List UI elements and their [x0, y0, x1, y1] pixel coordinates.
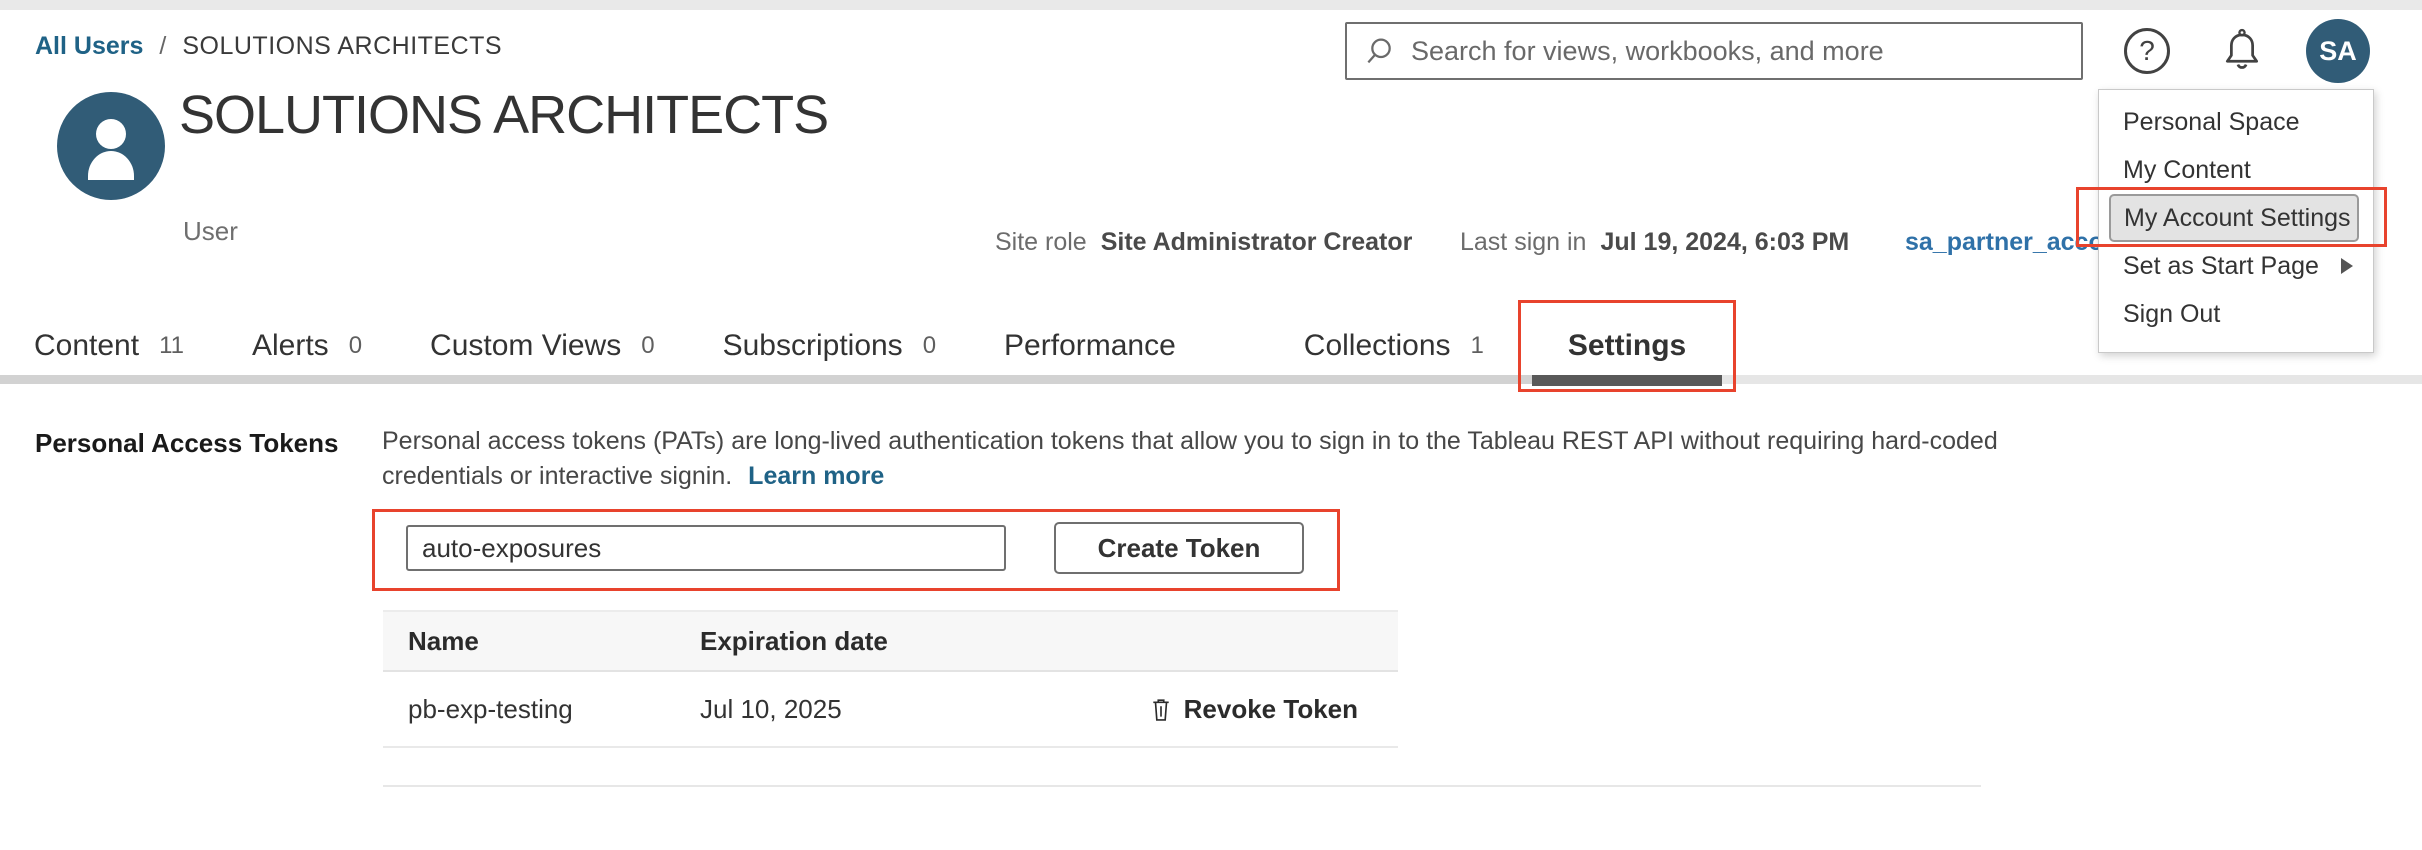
tab-count: 11 [159, 332, 184, 360]
search-icon [1365, 35, 1397, 67]
token-name-cell: pb-exp-testing [383, 694, 700, 725]
pat-description-line2: credentials or interactive signin. [382, 462, 732, 490]
user-avatar [57, 92, 165, 200]
account-avatar-button[interactable]: SA [2306, 19, 2370, 83]
avatar-initials: SA [2319, 36, 2357, 67]
menu-item-personal-space[interactable]: Personal Space [2099, 98, 2373, 146]
revoke-token-button[interactable]: Revoke Token [1150, 694, 1358, 725]
pat-description: Personal access tokens (PATs) are long-l… [382, 424, 2022, 494]
column-header-name: Name [383, 626, 700, 657]
submenu-arrow-icon [2341, 258, 2353, 274]
user-type-label: User [183, 216, 238, 247]
menu-item-sign-out[interactable]: Sign Out [2099, 290, 2373, 338]
question-mark-icon: ? [2139, 35, 2155, 67]
top-strip [0, 0, 2422, 10]
tab-performance[interactable]: Performance [1004, 326, 1176, 366]
learn-more-link[interactable]: Learn more [748, 462, 884, 490]
token-table: Name Expiration date pb-exp-testing Jul … [383, 610, 1398, 748]
person-icon [57, 92, 165, 200]
tab-count: 1 [1471, 332, 1484, 360]
tab-content[interactable]: Content 11 [34, 326, 184, 366]
menu-item-my-content[interactable]: My Content [2099, 146, 2373, 194]
tab-count: 0 [349, 332, 362, 360]
page-title: SOLUTIONS ARCHITECTS [179, 84, 828, 146]
breadcrumb-separator: / [159, 32, 166, 61]
breadcrumb-all-users-link[interactable]: All Users [35, 32, 143, 61]
tab-strip-shade [0, 375, 1552, 384]
tab-alerts[interactable]: Alerts 0 [252, 326, 362, 366]
tab-custom-views[interactable]: Custom Views 0 [430, 326, 655, 366]
last-sign-in: Last sign in Jul 19, 2024, 6:03 PM [1460, 228, 1849, 257]
tab-collections[interactable]: Collections 1 [1304, 326, 1484, 366]
section-divider [383, 785, 1981, 787]
tab-settings[interactable]: Settings [1568, 326, 1686, 366]
tab-label: Custom Views [430, 329, 621, 363]
tab-label: Performance [1004, 329, 1176, 363]
pat-section-heading: Personal Access Tokens [35, 428, 338, 459]
token-name-input[interactable] [406, 525, 1006, 571]
trash-icon [1150, 696, 1172, 723]
pat-description-line1: Personal access tokens (PATs) are long-l… [382, 424, 2022, 459]
tab-label: Alerts [252, 329, 329, 363]
tab-label: Subscriptions [723, 329, 903, 363]
breadcrumb: All Users / SOLUTIONS ARCHITECTS [35, 32, 502, 61]
tabs-row: Content 11 Alerts 0 Custom Views 0 Subsc… [34, 326, 1686, 366]
menu-item-my-account-settings[interactable]: My Account Settings [2109, 194, 2359, 242]
create-token-button[interactable]: Create Token [1054, 522, 1304, 574]
tab-count: 0 [923, 332, 936, 360]
active-tab-underline [1532, 375, 1722, 386]
partner-account-link[interactable]: sa_partner_accou [1905, 228, 2119, 257]
tab-count: 0 [641, 332, 654, 360]
menu-item-label: Set as Start Page [2123, 252, 2319, 281]
column-header-expiration: Expiration date [700, 626, 1398, 657]
table-row: pb-exp-testing Jul 10, 2025 Revoke Token [383, 672, 1398, 748]
tab-subscriptions[interactable]: Subscriptions 0 [723, 326, 936, 366]
user-settings-page: All Users / SOLUTIONS ARCHITECTS ? SA Pe… [0, 0, 2422, 850]
revoke-token-label: Revoke Token [1184, 694, 1358, 725]
site-role-label: Site role [995, 228, 1087, 257]
breadcrumb-current: SOLUTIONS ARCHITECTS [182, 32, 502, 61]
help-button[interactable]: ? [2124, 28, 2170, 74]
last-sign-in-value: Jul 19, 2024, 6:03 PM [1600, 228, 1849, 257]
account-menu: Personal Space My Content My Account Set… [2098, 89, 2374, 353]
table-header-row: Name Expiration date [383, 610, 1398, 672]
notifications-button[interactable] [2218, 24, 2266, 78]
tab-label: Content [34, 329, 139, 363]
search-box[interactable] [1345, 22, 2083, 80]
token-expiration-cell: Jul 10, 2025 [700, 694, 1150, 725]
tab-label: Settings [1568, 329, 1686, 363]
site-role: Site role Site Administrator Creator [995, 228, 1412, 257]
tab-label: Collections [1304, 329, 1451, 363]
search-input[interactable] [1411, 36, 2081, 67]
bell-icon [2220, 26, 2264, 76]
site-role-value: Site Administrator Creator [1101, 228, 1413, 257]
last-sign-in-label: Last sign in [1460, 228, 1586, 257]
menu-item-set-as-start-page[interactable]: Set as Start Page [2099, 242, 2373, 290]
